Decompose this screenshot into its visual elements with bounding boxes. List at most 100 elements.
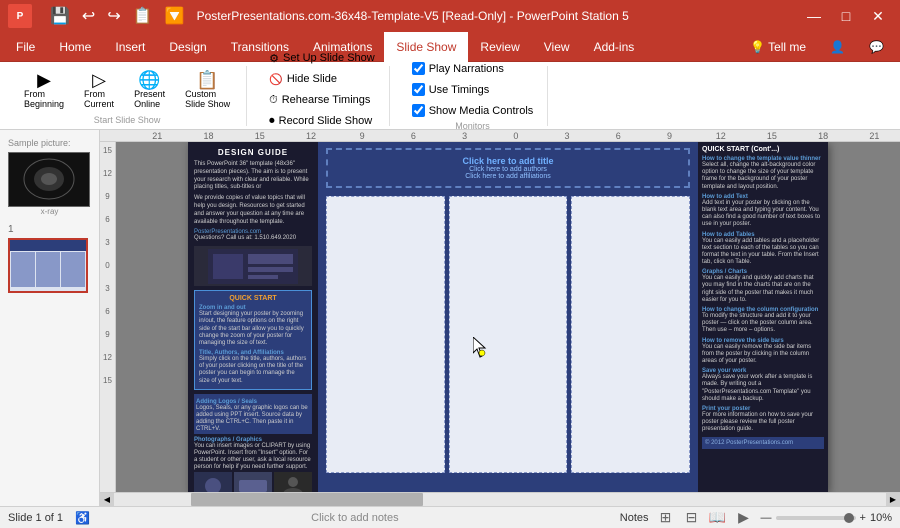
btn-custom-show[interactable]: 📋 CustomSlide Show [177,67,238,113]
qs-title-text: Simply click on the title, authors, auth… [199,356,307,385]
tab-slideshow[interactable]: Slide Show [384,32,468,62]
zoom-in-btn[interactable]: + [860,512,866,524]
dg-image [194,246,312,286]
qsr-t7: Always save your work after a template i… [702,374,824,403]
zoom-slider[interactable] [776,516,856,520]
zoom-control[interactable]: — + 10% [761,512,892,524]
btn-from-beginning[interactable]: ▶ FromBeginning [16,67,72,113]
redo-button[interactable]: ↪ [103,4,124,28]
dg-placeholder-svg [208,249,298,284]
checkbox-play-narrations[interactable]: Play Narrations [406,60,540,77]
checkbox-use-timings[interactable]: Use Timings [406,81,540,98]
narrations-checkbox[interactable] [412,62,425,75]
qsr-t4: You can easily and quickly add charts th… [702,275,824,304]
save-button[interactable]: 💾 [46,4,74,28]
maximize-button[interactable]: □ [832,2,860,30]
accessibility-icon: ♿ [75,511,90,525]
btn-rehearse[interactable]: ⏱ Rehearse Timings [263,92,381,109]
ruler-mark: 21 [132,131,183,141]
tab-review[interactable]: Review [468,32,531,62]
notes-btn[interactable]: Notes [620,512,649,524]
dg-photos-text: You can insert images or CLIPART by usin… [194,443,312,472]
timings-checkbox[interactable] [412,83,425,96]
reading-view-btn[interactable]: 📖 [709,509,727,527]
poster-title-area[interactable]: Click here to add title Click here to ad… [326,148,690,188]
vruler-6: 6 [105,215,109,224]
app-icon: P [8,4,32,28]
btn-from-current[interactable]: ▷ FromCurrent [76,67,122,113]
scroll-right-btn[interactable]: ▶ [886,493,900,507]
play-current-icon: ▷ [92,71,106,89]
zoom-level: 10% [870,512,892,524]
scroll-track[interactable] [114,493,886,506]
slide-sorter-btn[interactable]: ⊟ [683,509,701,527]
ruler-mark: 18 [183,131,234,141]
btn-present-online-label: PresentOnline [134,89,165,109]
btn-rehearse-label: Rehearse Timings [282,94,371,106]
tab-home[interactable]: Home [47,32,103,62]
slide-thumbnail[interactable] [8,238,88,293]
zoom-out-btn[interactable]: — [761,512,772,524]
qs-zoom-text: Start designing your poster by zooming i… [199,311,307,347]
zoom-thumb[interactable] [844,513,854,523]
tab-addins[interactable]: Add-ins [582,32,647,62]
minimize-button[interactable]: — [800,2,828,30]
poster-title-text[interactable]: Click here to add title [334,156,682,166]
media-checkbox[interactable] [412,104,425,117]
checkbox-show-media[interactable]: Show Media Controls [406,102,540,119]
close-button[interactable]: ✕ [864,2,892,30]
ruler-mark: 15 [746,131,797,141]
status-right: Notes ⊞ ⊟ 📖 ▶ — + 10% [620,509,892,527]
btn-present-online[interactable]: 🌐 PresentOnline [126,67,173,113]
tab-insert[interactable]: Insert [103,32,157,62]
undo-button[interactable]: ↩ [78,4,99,28]
ruler-mark: 3 [439,131,490,141]
quick-start-box: QUICK START Zoom in and out Start design… [194,290,312,390]
dg-call: Questions? Call us at: 1.510.649.2020 [194,235,312,243]
poster-col-3[interactable] [571,196,690,473]
feedback-icon[interactable]: 💬 [857,32,896,62]
tab-search[interactable]: 💡 Tell me [738,32,818,62]
slide-canvas[interactable]: DESIGN GUIDE This PowerPoint 36" templat… [116,142,900,492]
vruler-12b: 12 [103,353,112,362]
btn-setup-show-label: Set Up Slide Show [283,52,375,64]
dg-photo1-svg [194,472,232,492]
poster-authors-text[interactable]: Click here to add authors [334,166,682,173]
tab-design[interactable]: Design [157,32,218,62]
slideshow-view-btn[interactable]: ▶ [735,509,753,527]
window-controls[interactable]: — □ ✕ [800,2,892,30]
xray-image [8,152,90,207]
normal-view-btn[interactable]: ⊞ [657,509,675,527]
setup-icon: ⚙ [269,52,279,65]
qat-dropdown[interactable]: 🔽 [161,4,189,28]
tab-file[interactable]: File [4,32,47,62]
ruler-horizontal: 21 18 15 12 9 6 3 0 3 6 9 12 15 18 21 [100,130,900,142]
btn-record[interactable]: ⏺ Record Slide Show [263,113,381,130]
quick-access-toolbar[interactable]: 💾 ↩ ↪ 📋 🔽 [46,4,189,28]
scroll-left-btn[interactable]: ◀ [100,493,114,507]
vruler-0: 0 [105,261,109,270]
poster-affiliations-text[interactable]: Click here to add affiliations [334,173,682,180]
scroll-thumb[interactable] [191,493,423,506]
slide-info: Slide 1 of 1 [8,512,63,524]
present-button[interactable]: 📋 [129,4,157,28]
qsr-t8: For more information on how to save your… [702,412,824,434]
slide-container[interactable]: DESIGN GUIDE This PowerPoint 36" templat… [188,142,828,492]
tab-view[interactable]: View [532,32,582,62]
account-icon[interactable]: 👤 [818,32,857,62]
btn-from-beginning-label: FromBeginning [24,89,64,109]
dg-photo3-svg [274,472,312,492]
horizontal-scrollbar[interactable]: ◀ ▶ [100,492,900,506]
poster-col-1[interactable] [326,196,445,473]
dg-photo2 [234,472,272,492]
poster-col-2[interactable] [449,196,568,473]
xray-svg [9,153,89,206]
click-to-notes[interactable]: Click to add notes [102,512,608,524]
qsr-title: QUICK START (Cont'...) [702,146,824,153]
vruler-3: 3 [105,238,109,247]
dg-logos-text: Logos, Seals, or any graphic logos can b… [196,405,310,434]
btn-hide-slide[interactable]: 🚫 Hide Slide [263,71,381,88]
qsr-t2: Add text in your poster by clicking on t… [702,200,824,229]
btn-setup-show[interactable]: ⚙ Set Up Slide Show [263,50,381,67]
poster-columns [318,192,698,477]
